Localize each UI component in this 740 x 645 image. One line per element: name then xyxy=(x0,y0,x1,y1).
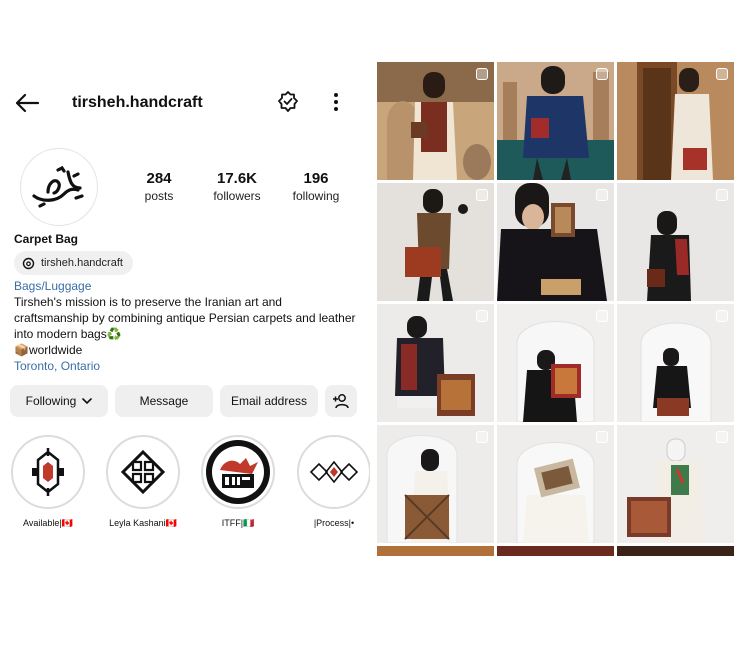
geometric-pattern-icon xyxy=(120,449,166,495)
select-checkbox[interactable] xyxy=(596,189,608,201)
grid-post[interactable] xyxy=(377,62,494,180)
grid-post[interactable] xyxy=(497,62,614,180)
threads-icon xyxy=(22,257,35,269)
grid-post[interactable] xyxy=(377,546,494,556)
highlight-cover xyxy=(206,440,270,504)
posts-count: 284 xyxy=(146,170,172,187)
film-festival-logo xyxy=(212,446,264,498)
followers-label: followers xyxy=(213,189,261,203)
highlight-cover xyxy=(302,440,366,504)
select-checkbox[interactable] xyxy=(476,310,488,322)
grid-post[interactable] xyxy=(617,425,734,543)
add-user-button[interactable] xyxy=(325,385,357,417)
select-checkbox[interactable] xyxy=(716,431,728,443)
profile-location[interactable]: Toronto, Ontario xyxy=(14,359,100,373)
grid-post[interactable] xyxy=(497,425,614,543)
highlight-ring xyxy=(201,435,275,509)
profile-username: tirsheh.handcraft xyxy=(72,94,203,111)
following-label: following xyxy=(292,189,340,203)
highlight-ring xyxy=(297,435,370,509)
select-checkbox[interactable] xyxy=(476,189,488,201)
grid-post[interactable] xyxy=(617,183,734,301)
threads-handle: tirsheh.handcraft xyxy=(41,257,123,269)
grid-post[interactable] xyxy=(377,304,494,422)
bio-line: craftsmanship by combining antique Persi… xyxy=(14,311,356,325)
following-stat[interactable]: 196 following xyxy=(281,170,351,203)
highlight-ring xyxy=(11,435,85,509)
highlight-item[interactable]: ITFF|🇮🇹 xyxy=(198,435,278,529)
email-button[interactable]: Email address xyxy=(220,385,318,417)
highlight-label: Available|🇨🇦 xyxy=(23,518,73,528)
following-count: 196 xyxy=(303,170,329,187)
arrow-left-icon[interactable] xyxy=(14,92,40,114)
posts-label: posts xyxy=(144,189,174,203)
highlight-label: |Process|• xyxy=(313,518,355,528)
posts-stat[interactable]: 284 posts xyxy=(124,170,194,203)
highlight-item[interactable]: Leyla Kashani🇨🇦 xyxy=(103,435,183,529)
select-checkbox[interactable] xyxy=(716,310,728,322)
chevron-down-icon xyxy=(82,398,93,405)
add-user-icon xyxy=(333,394,349,409)
select-checkbox[interactable] xyxy=(716,189,728,201)
select-checkbox[interactable] xyxy=(476,68,488,80)
following-button-label: Following xyxy=(25,394,77,408)
grid-post[interactable] xyxy=(377,425,494,543)
grid-post[interactable] xyxy=(497,546,614,556)
grid-post[interactable] xyxy=(497,183,614,301)
profile-panel: tirsheh.handcraft 284 posts 17.6K follow… xyxy=(0,60,370,580)
threads-badge[interactable]: tirsheh.handcraft xyxy=(14,251,133,275)
profile-stats: 284 posts 17.6K followers 196 following xyxy=(130,170,350,210)
select-checkbox[interactable] xyxy=(596,431,608,443)
brand-logo xyxy=(32,165,84,208)
highlight-ring xyxy=(106,435,180,509)
vertical-ellipsis-icon[interactable] xyxy=(326,90,346,114)
grid-post[interactable] xyxy=(497,304,614,422)
bell-check-icon[interactable] xyxy=(276,90,300,114)
followers-count: 17.6K xyxy=(216,170,258,187)
grid-post[interactable] xyxy=(617,304,734,422)
following-button[interactable]: Following xyxy=(10,385,108,417)
highlight-label: Leyla Kashani🇨🇦 xyxy=(109,518,177,528)
message-button-label: Message xyxy=(139,394,189,408)
highlight-cover xyxy=(111,440,175,504)
highlight-item[interactable]: Available|🇨🇦 xyxy=(8,435,88,529)
highlight-item[interactable]: |Process|• xyxy=(294,435,370,528)
profile-name: Carpet Bag xyxy=(14,232,79,246)
grid-post[interactable] xyxy=(617,62,734,180)
highlight-label: ITFF|🇮🇹 xyxy=(221,518,255,528)
posts-grid xyxy=(377,62,734,556)
message-button[interactable]: Message xyxy=(115,385,213,417)
grid-post[interactable] xyxy=(617,546,734,556)
story-highlights: Available|🇨🇦 Leyla Kashani🇨🇦 ITFF|🇮🇹 |Pr… xyxy=(8,435,370,545)
kilim-motif-icon xyxy=(309,460,359,484)
bio-line: Tirsheh's mission is to preserve the Ira… xyxy=(14,295,282,309)
highlight-cover xyxy=(16,440,80,504)
bio-line: 📦worldwide xyxy=(14,343,83,357)
select-checkbox[interactable] xyxy=(596,310,608,322)
profile-category: Bags/Luggage xyxy=(14,279,92,293)
select-checkbox[interactable] xyxy=(476,431,488,443)
email-button-label: Email address xyxy=(230,394,308,408)
carpet-motif-icon xyxy=(32,448,64,496)
profile-actions: Following Message Email address xyxy=(10,385,360,417)
followers-stat[interactable]: 17.6K followers xyxy=(202,170,272,203)
select-checkbox[interactable] xyxy=(596,68,608,80)
grid-post[interactable] xyxy=(377,183,494,301)
profile-avatar[interactable] xyxy=(20,148,98,226)
profile-bio: Tirsheh's mission is to preserve the Ira… xyxy=(14,294,359,358)
select-checkbox[interactable] xyxy=(716,68,728,80)
bio-line: into modern bags♻️ xyxy=(14,327,122,341)
top-bar: tirsheh.handcraft xyxy=(0,88,370,118)
